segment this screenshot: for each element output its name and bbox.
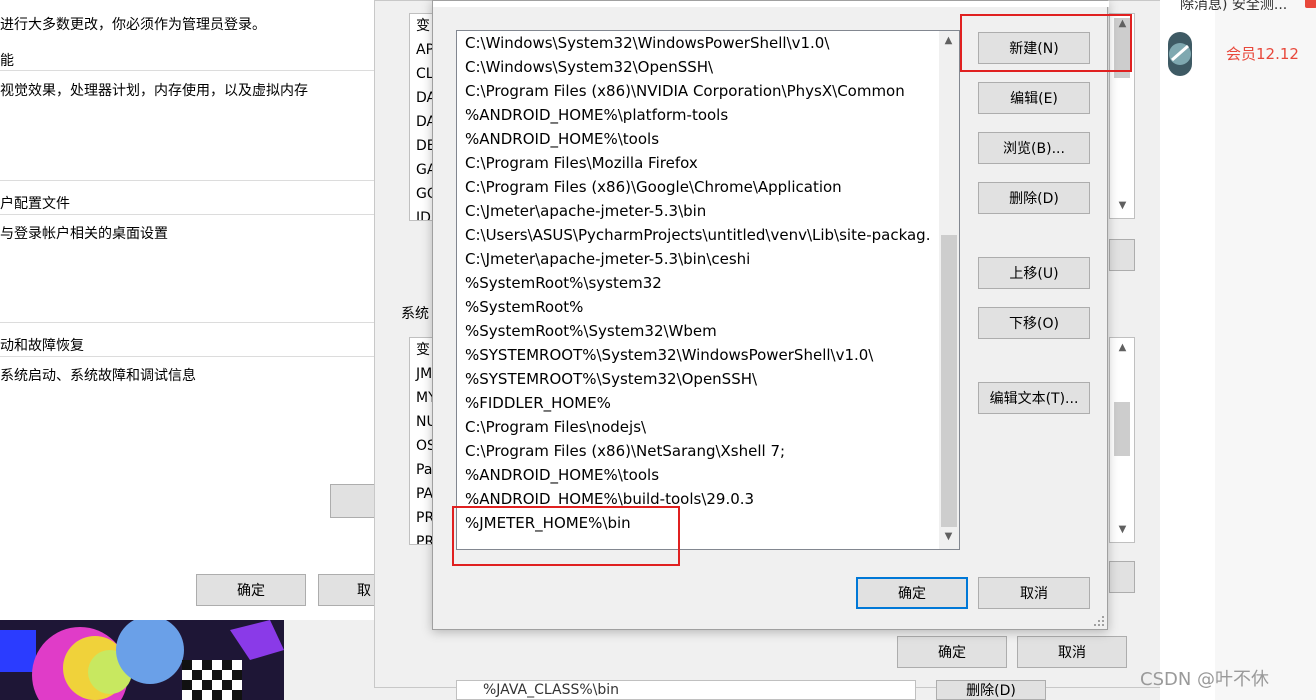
admin-notice: 进行大多数更改，你必须作为管理员登录。 (0, 17, 266, 33)
new-entry-highlight (452, 506, 680, 566)
notification-text[interactable]: 除消息) 安全测... (1180, 0, 1287, 14)
system-properties-window: 进行大多数更改，你必须作为管理员登录。 能 视觉效果，处理器计划，内存使用，以及… (0, 0, 378, 620)
list-item[interactable]: C:\Program Files\Mozilla Firefox (457, 151, 929, 175)
background-delete-button[interactable]: 删除(D) (936, 680, 1046, 700)
list-item[interactable]: C:\Windows\System32\OpenSSH\ (457, 55, 929, 79)
scroll-down-icon[interactable]: ▼ (940, 531, 957, 542)
divider (0, 180, 378, 181)
cancel-button[interactable]: 取消 (978, 577, 1090, 609)
member-link[interactable]: 会员12.12 (1226, 43, 1299, 64)
list-item[interactable]: %SystemRoot% (457, 295, 929, 319)
startup-recovery-description: 系统启动、系统故障和调试信息 (0, 368, 196, 384)
move-up-button[interactable]: 上移(U) (978, 257, 1090, 289)
list-item[interactable]: %SystemRoot%\System32\Wbem (457, 319, 929, 343)
list-item[interactable]: C:\Jmeter\apache-jmeter-5.3\bin\ceshi (457, 247, 929, 271)
scroll-down-icon[interactable]: ▼ (1114, 524, 1131, 535)
user-profiles-description: 与登录帐户相关的桌面设置 (0, 226, 168, 242)
browser-sidebar (1215, 0, 1316, 700)
list-item[interactable]: %SYSTEMROOT%\System32\OpenSSH\ (457, 367, 929, 391)
system-variables-scrollbar[interactable]: ▲ ▼ (1109, 337, 1135, 543)
performance-description: 视觉效果，处理器计划，内存使用，以及虚拟内存 (0, 83, 308, 99)
list-item[interactable]: C:\Program Files (x86)\Google\Chrome\App… (457, 175, 929, 199)
scroll-up-icon[interactable]: ▲ (1114, 342, 1131, 353)
startup-settings-button[interactable] (330, 484, 378, 518)
scrollbar-thumb[interactable] (941, 235, 957, 527)
divider (0, 214, 378, 215)
promo-image (0, 620, 284, 700)
background-path-item: %JAVA_CLASS%\bin (456, 680, 916, 700)
divider (0, 356, 378, 357)
new-button-highlight (960, 14, 1132, 72)
scrollbar-thumb[interactable] (1114, 402, 1130, 456)
startup-recovery-heading: 动和故障恢复 (0, 338, 84, 354)
list-item[interactable]: %ANDROID_HOME%\platform-tools (457, 103, 929, 127)
promo-graphic (0, 620, 284, 700)
divider (0, 70, 378, 71)
ok-button[interactable]: 确定 (856, 577, 968, 609)
list-item[interactable]: %SYSTEMROOT%\System32\WindowsPowerShell\… (457, 343, 929, 367)
scroll-up-icon[interactable]: ▲ (940, 35, 957, 46)
left-cancel-button[interactable]: 取 (318, 574, 378, 606)
env-cancel-button[interactable]: 取消 (1017, 636, 1127, 668)
resize-grip-icon[interactable] (1093, 615, 1105, 627)
avatar-icon (1169, 43, 1191, 65)
notification-badge (1305, 0, 1316, 8)
list-item[interactable]: C:\Program Files (x86)\NetSarang\Xshell … (457, 439, 929, 463)
list-item[interactable]: C:\Program Files (x86)\NVIDIA Corporatio… (457, 79, 929, 103)
performance-heading: 能 (0, 53, 14, 69)
user-profiles-heading: 户配置文件 (0, 196, 70, 212)
edit-button[interactable]: 编辑(E) (978, 82, 1090, 114)
path-list[interactable]: C:\Windows\System32\WindowsPowerShell\v1… (456, 30, 960, 550)
system-variables-title: 系统 (401, 306, 429, 322)
list-item[interactable]: C:\Jmeter\apache-jmeter-5.3\bin (457, 199, 929, 223)
divider (0, 322, 378, 323)
delete-button[interactable]: 删除(D) (978, 182, 1090, 214)
watermark: CSDN @叶不休 (1140, 669, 1270, 690)
list-item[interactable]: %SystemRoot%\system32 (457, 271, 929, 295)
path-list-scrollbar[interactable]: ▲ ▼ (939, 31, 959, 549)
system-delete-button-partial[interactable] (1109, 561, 1135, 593)
browse-button[interactable]: 浏览(B)... (978, 132, 1090, 164)
user-delete-button-partial[interactable] (1109, 239, 1135, 271)
list-item[interactable]: C:\Users\ASUS\PycharmProjects\untitled\v… (457, 223, 929, 247)
list-item[interactable]: %FIDDLER_HOME% (457, 391, 929, 415)
edit-text-button[interactable]: 编辑文本(T)... (978, 382, 1090, 414)
scroll-down-icon[interactable]: ▼ (1114, 200, 1131, 211)
list-item[interactable]: %ANDROID_HOME%\tools (457, 127, 929, 151)
move-down-button[interactable]: 下移(O) (978, 307, 1090, 339)
list-item[interactable]: C:\Program Files\nodejs\ (457, 415, 929, 439)
list-item[interactable]: %ANDROID_HOME%\tools (457, 463, 929, 487)
list-item[interactable]: C:\Windows\System32\WindowsPowerShell\v1… (457, 31, 929, 55)
dialog-title-bar (433, 1, 1109, 7)
env-ok-button[interactable]: 确定 (897, 636, 1007, 668)
left-ok-button[interactable]: 确定 (196, 574, 306, 606)
avatar[interactable] (1168, 32, 1192, 76)
